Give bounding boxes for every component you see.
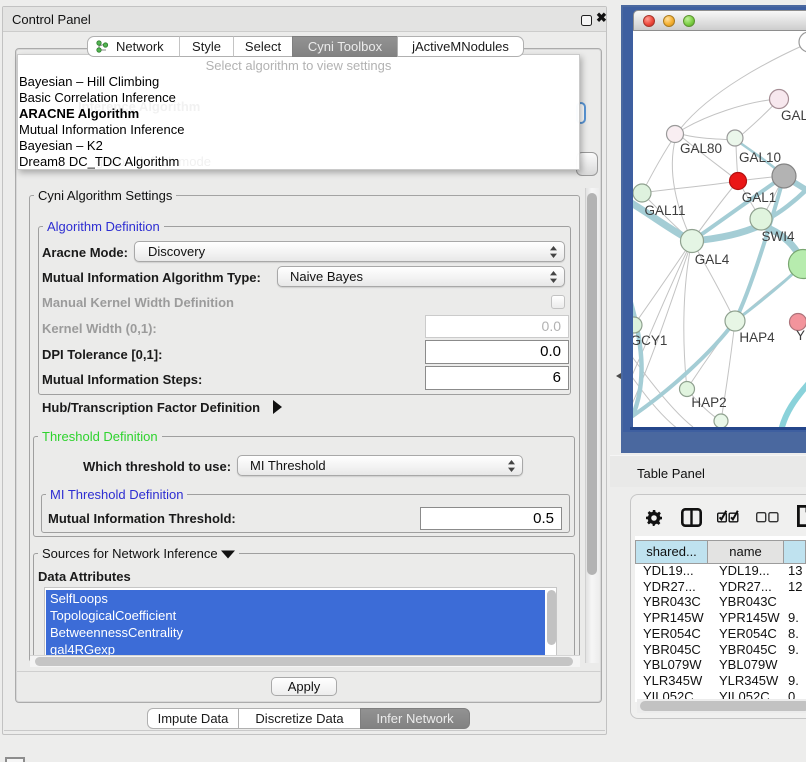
svg-text:GCY1: GCY1 — [633, 333, 667, 348]
svg-text:SWI4: SWI4 — [761, 229, 794, 244]
svg-text:HAP4: HAP4 — [739, 330, 775, 345]
svg-text:GAL4: GAL4 — [695, 252, 730, 267]
svg-text:GAL7: GAL7 — [781, 108, 806, 123]
svg-text:GAL10: GAL10 — [739, 150, 781, 165]
svg-text:GAL1: GAL1 — [742, 190, 777, 205]
svg-text:GAL11: GAL11 — [644, 203, 685, 218]
svg-text:HAP2: HAP2 — [691, 395, 726, 410]
svg-text:Y: Y — [796, 328, 805, 343]
svg-text:GAL80: GAL80 — [680, 141, 722, 156]
